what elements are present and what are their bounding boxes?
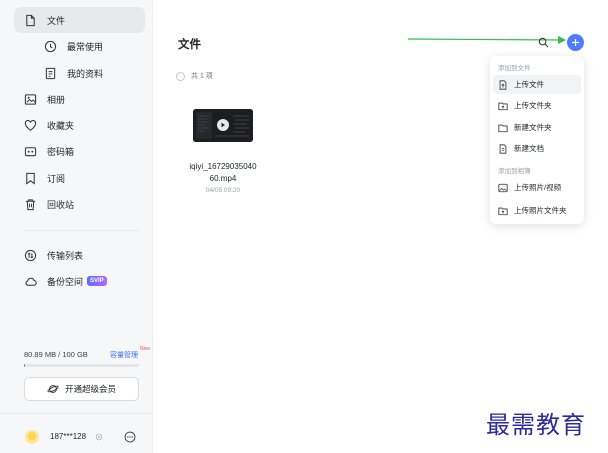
sidebar-item-label: 回收站 [47,199,75,210]
photo-icon [24,93,37,106]
storage-progress-bar [24,364,139,367]
new-document-icon [499,143,507,154]
sidebar-item-recent[interactable]: 最常使用 [14,33,145,59]
planet-icon [47,385,59,393]
open-vip-button[interactable]: 开通超级会员 [24,377,139,401]
sidebar-divider [24,230,139,231]
sidebar-item-trash[interactable]: 回收站 [14,191,145,217]
image-icon [498,183,508,192]
menu-item-new-document[interactable]: 新建文档 [493,139,581,158]
storage-progress-fill [24,364,26,367]
sidebar-item-backup[interactable]: 备份空间 SVIP [14,268,145,294]
username: 187***128 [50,432,87,441]
sidebar-item-favorites[interactable]: 收藏夹 [14,112,145,138]
menu-item-label: 上传文件 [514,80,544,89]
menu-item-new-folder[interactable]: 新建文件夹 [493,118,581,137]
sidebar-item-files[interactable]: 文件 [14,7,145,33]
sidebar: 文件 最常使用 我的资料 相册 收藏夹 密码箱 订阅 回收站 传输列表 备份空间… [0,0,153,453]
transfer-icon [24,249,37,262]
document-icon [44,67,57,80]
sidebar-item-label: 传输列表 [47,250,84,261]
add-menu: 添加到文件 上传文件 上传文件夹 新建文件夹 新建文档 添加到相簿 上传照片/视… [490,56,584,224]
more-options-icon[interactable] [124,431,136,443]
sidebar-item-label: 文件 [47,15,66,26]
sidebar-item-my-docs[interactable]: 我的资料 [14,60,145,86]
select-all-checkbox[interactable] [176,71,185,81]
file-count-label: 共 1 项 [191,73,213,80]
menu-section-title: 添加到相簿 [498,168,531,175]
play-icon [217,119,229,131]
page-title: 文件 [178,39,201,51]
search-icon[interactable] [538,37,549,48]
sidebar-item-label: 最常使用 [67,41,104,52]
avatar[interactable] [25,430,39,444]
menu-item-upload-folder[interactable]: 上传文件夹 [493,96,581,115]
plus-icon [572,39,579,46]
new-badge: New [140,346,151,352]
menu-item-label: 上传文件夹 [514,101,552,110]
file-name[interactable]: iqiyi_16729035040 60.mp4 [182,161,264,185]
safe-icon [24,145,37,158]
sidebar-item-label: 密码箱 [47,146,75,157]
cloud-icon [24,275,37,288]
watermark-logo: 最需教育 [486,411,586,439]
sidebar-item-label: 订阅 [47,173,66,184]
menu-item-label: 上传照片/视频 [514,183,562,192]
sidebar-item-album[interactable]: 相册 [14,86,145,112]
file-date: 04/05 09:20 [205,187,241,194]
upload-folder-icon [498,102,508,110]
svip-badge: SVIP [87,276,107,286]
sidebar-item-label: 收藏夹 [47,120,75,131]
file-icon [24,14,37,27]
sidebar-item-transfers[interactable]: 传输列表 [14,242,145,268]
sidebar-item-label: 我的资料 [67,68,104,79]
sidebar-item-label: 备份空间 [47,276,84,287]
bookmark-icon [24,172,37,185]
folder-icon [498,124,508,132]
sidebar-bottom-divider [0,413,153,414]
trash-icon [24,198,37,211]
open-vip-label: 开通超级会员 [64,384,116,394]
add-button[interactable] [567,34,584,51]
sidebar-item-safe[interactable]: 密码箱 [14,138,145,164]
menu-item-label: 新建文档 [514,144,544,153]
storage-manage-link[interactable]: 容量管理 [110,350,138,360]
menu-item-label: 新建文件夹 [514,123,552,132]
menu-section-title: 添加到文件 [498,65,531,72]
menu-item-upload-file[interactable]: 上传文件 [493,75,581,94]
sidebar-item-label: 相册 [47,94,66,105]
menu-item-upload-photo-video[interactable]: 上传照片/视频 [493,178,581,197]
upload-photo-folder-icon [498,207,508,215]
storage-usage-text: 80.89 MB / 100 GB [24,350,88,359]
heart-icon [24,119,37,132]
sidebar-item-subscribe[interactable]: 订阅 [14,165,145,191]
file-count: 共 1 项 [176,71,213,81]
account-settings-icon[interactable] [95,433,103,441]
upload-file-icon [499,79,507,90]
menu-item-upload-photo-folder[interactable]: 上传照片文件夹 [493,201,581,220]
file-thumbnail[interactable] [193,109,253,142]
menu-item-label: 上传照片文件夹 [514,206,567,215]
clock-icon [44,40,57,53]
